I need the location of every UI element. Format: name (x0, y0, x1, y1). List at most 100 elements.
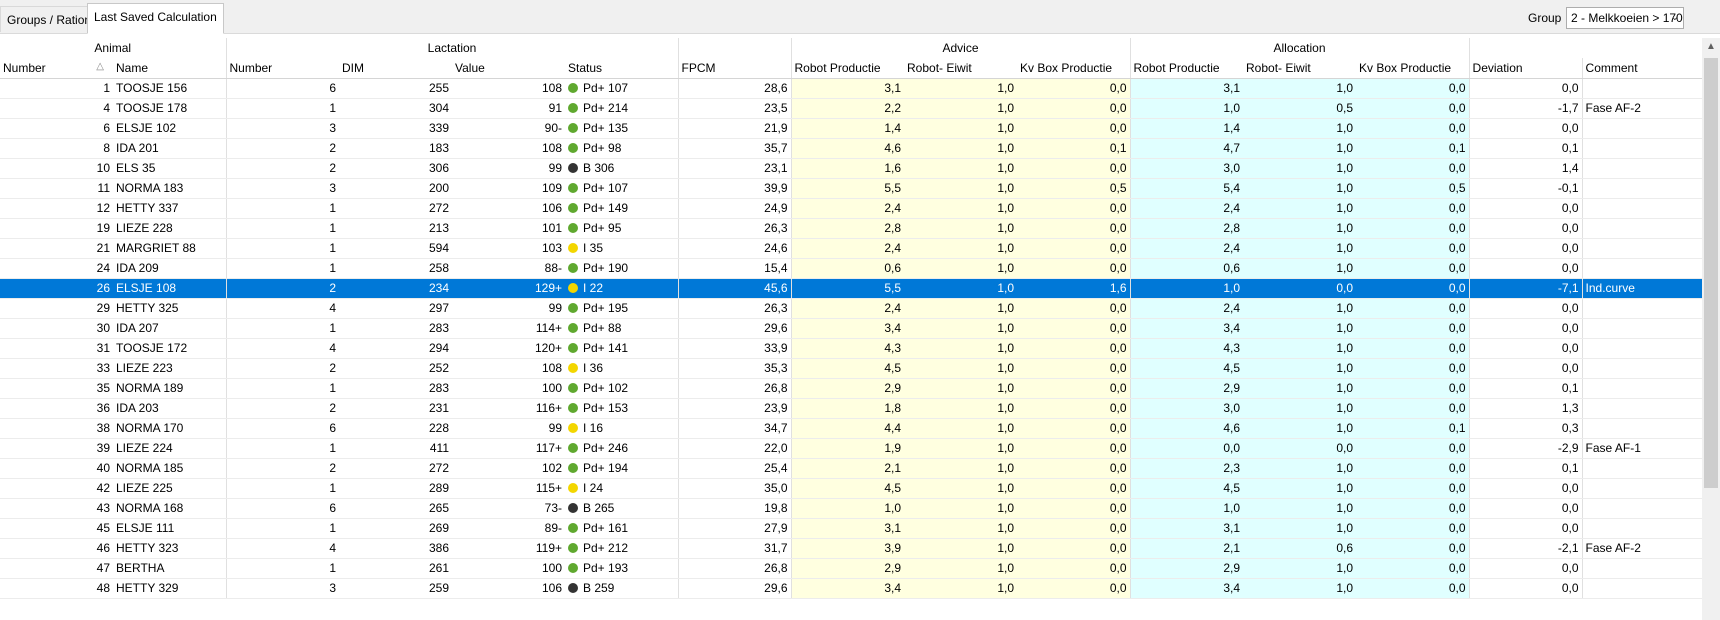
deviation-cell: -2,1 (1469, 538, 1583, 559)
advice-robot-productie-cell: 2,4 (791, 238, 905, 259)
deviation-cell: 0,0 (1469, 498, 1583, 519)
table-row[interactable]: 11 NORMA 183 3 200 109 Pd+ 107 39,9 5,5 1,0 0,5 5,… (0, 178, 1702, 199)
allocation-robot-eiwit-cell: 1,0 (1243, 518, 1357, 539)
allocation-kv-box-productie-cell: 0,1 (1356, 138, 1470, 159)
advice-robot-eiwit-cell: 1,0 (904, 198, 1018, 219)
advice-kv-box-productie-cell: 0,0 (1017, 398, 1131, 419)
table-row[interactable]: 45 ELSJE 111 1 269 89- Pd+ 161 27,9 3,1 1,0 0,0 3,… (0, 518, 1702, 539)
col-header-animal-number[interactable]: Number △ (0, 58, 113, 79)
allocation-robot-productie-cell: 1,0 (1130, 98, 1244, 119)
calculation-grid[interactable]: Animal Lactation Advice Allocation Numbe… (0, 38, 1702, 620)
allocation-robot-eiwit-cell: 0,5 (1243, 98, 1357, 119)
table-row[interactable]: 21 MARGRIET 88 1 594 103 I 35 24,6 2,4 1,0 0,0 2,4… (0, 238, 1702, 259)
advice-kv-box-productie-cell: 0,0 (1017, 78, 1131, 99)
table-row[interactable]: 48 HETTY 329 3 259 106 B 259 29,6 3,4 1,0 0,0 3,4 1… (0, 578, 1702, 599)
advice-robot-eiwit-cell: 1,0 (904, 178, 1018, 199)
col-header-lactation-number[interactable]: Number (226, 58, 339, 79)
col-header-name[interactable]: Name (113, 58, 227, 79)
animal-number-cell: 35 (0, 378, 113, 399)
fpcm-cell: 15,4 (678, 258, 792, 279)
table-row[interactable]: 39 LIEZE 224 1 411 117+ Pd+ 246 22,0 1,9 1,0 0,0 0… (0, 438, 1702, 459)
col-header-allocation-robot-productie[interactable]: Robot Productie (1130, 58, 1244, 79)
table-row-selected[interactable]: 26 ELSJE 108 2 234 129+ I 22 45,6 5,5 1,0 1,6 1,0 0… (0, 278, 1702, 299)
table-row[interactable]: 36 IDA 203 2 231 116+ Pd+ 153 23,9 1,8 1,0 0,0 3,0… (0, 398, 1702, 419)
advice-kv-box-productie-cell: 0,0 (1017, 478, 1131, 499)
col-header-deviation[interactable]: Deviation (1469, 58, 1583, 79)
col-header-advice-robot-productie[interactable]: Robot Productie (791, 58, 905, 79)
status-cell: Pd+ 212 (565, 538, 679, 559)
table-row[interactable]: 29 HETTY 325 4 297 99 Pd+ 195 26,3 2,4 1,0 0,0 2,4… (0, 298, 1702, 319)
fpcm-cell: 19,8 (678, 498, 792, 519)
tab-last-saved-calculation[interactable]: Last Saved Calculation (87, 3, 224, 34)
col-header-advice-kv-box-productie[interactable]: Kv Box Productie (1017, 58, 1131, 79)
col-header-fpcm[interactable]: FPCM (678, 58, 792, 79)
table-row[interactable]: 47 BERTHA 1 261 100 Pd+ 193 26,8 2,9 1,0 0,0 2,9 1,… (0, 558, 1702, 579)
animal-number-cell: 21 (0, 238, 113, 259)
status-cell: Pd+ 107 (565, 78, 679, 99)
col-header-advice-robot-eiwit[interactable]: Robot- Eiwit (904, 58, 1018, 79)
table-row[interactable]: 31 TOOSJE 172 4 294 120+ Pd+ 141 33,9 4,3 1,0 0,0… (0, 338, 1702, 359)
advice-kv-box-productie-cell: 0,0 (1017, 558, 1131, 579)
advice-kv-box-productie-cell: 0,0 (1017, 538, 1131, 559)
col-header-status[interactable]: Status (565, 58, 679, 79)
allocation-robot-eiwit-cell: 1,0 (1243, 78, 1357, 99)
col-header-comment[interactable]: Comment (1582, 58, 1702, 79)
table-row[interactable]: 42 LIEZE 225 1 289 115+ I 24 35,0 4,5 1,0 0,0 4,5 1… (0, 478, 1702, 499)
table-row[interactable]: 1 TOOSJE 156 6 255 108 Pd+ 107 28,6 3,1 1,0 0,0 3,… (0, 78, 1702, 99)
allocation-robot-productie-cell: 2,8 (1130, 218, 1244, 239)
col-header-value[interactable]: Value (452, 58, 565, 79)
comment-cell (1582, 138, 1702, 159)
allocation-robot-productie-cell: 4,3 (1130, 338, 1244, 359)
deviation-cell: 1,3 (1469, 398, 1583, 419)
value-cell: 102 (452, 458, 565, 479)
fpcm-cell: 35,7 (678, 138, 792, 159)
table-row[interactable]: 40 NORMA 185 2 272 102 Pd+ 194 25,4 2,1 1,0 0,0 2,… (0, 458, 1702, 479)
fpcm-cell: 22,0 (678, 438, 792, 459)
vertical-scrollbar[interactable]: ▲ (1702, 38, 1720, 620)
table-row[interactable]: 46 HETTY 323 4 386 119+ Pd+ 212 31,7 3,9 1,0 0,0 2… (0, 538, 1702, 559)
table-row[interactable]: 4 TOOSJE 178 1 304 91 Pd+ 214 23,5 2,2 1,0 0,0 1,0… (0, 98, 1702, 119)
table-row[interactable]: 10 ELS 35 2 306 99 B 306 23,1 1,6 1,0 0,0 3,0 1,0 0,… (0, 158, 1702, 179)
advice-robot-eiwit-cell: 1,0 (904, 218, 1018, 239)
allocation-robot-productie-cell: 3,1 (1130, 518, 1244, 539)
table-row[interactable]: 30 IDA 207 1 283 114+ Pd+ 88 29,6 3,4 1,0 0,0 3,4 1… (0, 318, 1702, 339)
scrollbar-thumb[interactable] (1704, 58, 1718, 488)
table-row[interactable]: 24 IDA 209 1 258 88- Pd+ 190 15,4 0,6 1,0 0,0 0,6 1… (0, 258, 1702, 279)
comment-cell (1582, 338, 1702, 359)
value-cell: 109 (452, 178, 565, 199)
animal-number-cell: 29 (0, 298, 113, 319)
col-header-dim[interactable]: DIM (339, 58, 452, 79)
header-group-animal: Animal (0, 38, 227, 58)
value-cell: 99 (452, 298, 565, 319)
animal-name-cell: IDA 203 (113, 398, 227, 419)
status-yellow-dot-icon (568, 363, 578, 373)
value-cell: 73- (452, 498, 565, 519)
table-row[interactable]: 6 ELSJE 102 3 339 90- Pd+ 135 21,9 1,4 1,0 0,0 1,4… (0, 118, 1702, 139)
animal-name-cell: HETTY 337 (113, 198, 227, 219)
scroll-up-icon[interactable]: ▲ (1702, 38, 1720, 56)
advice-kv-box-productie-cell: 0,0 (1017, 418, 1131, 439)
allocation-kv-box-productie-cell: 0,0 (1356, 118, 1470, 139)
table-row[interactable]: 33 LIEZE 223 2 252 108 I 36 35,3 4,5 1,0 0,0 4,5 1,… (0, 358, 1702, 379)
allocation-robot-productie-cell: 2,9 (1130, 558, 1244, 579)
advice-robot-productie-cell: 0,6 (791, 258, 905, 279)
allocation-robot-eiwit-cell: 1,0 (1243, 558, 1357, 579)
lactation-number-cell: 1 (226, 318, 339, 339)
advice-robot-productie-cell: 1,0 (791, 498, 905, 519)
col-header-allocation-kv-box-productie[interactable]: Kv Box Productie (1356, 58, 1470, 79)
value-cell: 100 (452, 558, 565, 579)
col-header-allocation-robot-eiwit[interactable]: Robot- Eiwit (1243, 58, 1357, 79)
status-cell: B 265 (565, 498, 679, 519)
lactation-number-cell: 4 (226, 538, 339, 559)
value-cell: 101 (452, 218, 565, 239)
allocation-robot-productie-cell: 1,0 (1130, 278, 1244, 299)
allocation-robot-productie-cell: 3,4 (1130, 578, 1244, 599)
group-select[interactable]: 2 - Melkkoeien > 170 ⌄ (1566, 7, 1684, 29)
table-row[interactable]: 43 NORMA 168 6 265 73- B 265 19,8 1,0 1,0 0,0 1,0 1… (0, 498, 1702, 519)
animal-number-cell: 19 (0, 218, 113, 239)
table-row[interactable]: 12 HETTY 337 1 272 106 Pd+ 149 24,9 2,4 1,0 0,0 2,… (0, 198, 1702, 219)
table-row[interactable]: 19 LIEZE 228 1 213 101 Pd+ 95 26,3 2,8 1,0 0,0 2,8… (0, 218, 1702, 239)
table-row[interactable]: 8 IDA 201 2 183 108 Pd+ 98 35,7 4,6 1,0 0,1 4,7 1,0… (0, 138, 1702, 159)
table-row[interactable]: 38 NORMA 170 6 228 99 I 16 34,7 4,4 1,0 0,0 4,6 1,0… (0, 418, 1702, 439)
table-row[interactable]: 35 NORMA 189 1 283 100 Pd+ 102 26,8 2,9 1,0 0,0 2,… (0, 378, 1702, 399)
